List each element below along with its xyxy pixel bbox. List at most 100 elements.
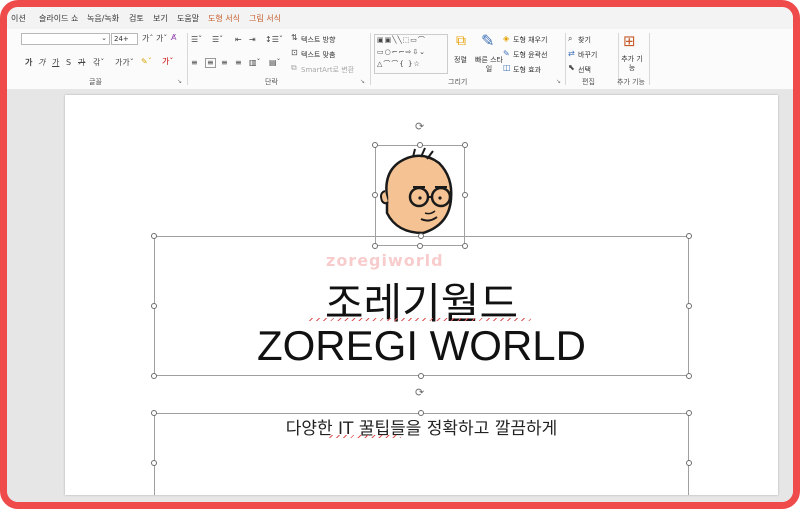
slide[interactable]: ⟳ zoregiworld 조레기월드 ZOREGI WORLD ⟳ 다양한 I… [65, 95, 778, 495]
slide-title-english[interactable]: ZOREGI WORLD [155, 322, 688, 370]
addins-button[interactable]: 추가 기능 [621, 55, 643, 73]
tab-view[interactable]: 보기 [153, 13, 168, 24]
shapes-gallery[interactable]: ▣▣╲╲⬚▭⌒ ▭○⌐⌐⇨⇩⌄ △⌒⌒{ }☆ [374, 34, 448, 74]
align-left-icon[interactable]: ≡ [191, 59, 198, 67]
align-text-icon: ⊡ [291, 48, 298, 57]
change-case-icon[interactable]: 가가ˇ [115, 59, 134, 67]
rotate-handle-icon[interactable]: ⟳ [415, 121, 424, 132]
tab-help[interactable]: 도움말 [177, 13, 199, 24]
highlight-icon[interactable]: ✎ˇ [141, 58, 152, 66]
drawing-group-label: 그리기 [448, 78, 468, 86]
distribute-icon[interactable]: ▤ˇ [269, 59, 281, 67]
resize-handle[interactable] [462, 192, 468, 198]
ribbon: ⌄ 24+ 가ˆ 가ˇ A̸ 가 가 가 S 가 갂ˇ 가가ˇ ✎ˇ 가ˇ 글꼴… [7, 29, 793, 90]
tab-review[interactable]: 검토 [129, 13, 144, 24]
font-color-icon[interactable]: 가ˇ [162, 58, 173, 66]
select-button[interactable]: 선택 [578, 65, 591, 75]
resize-handle[interactable] [686, 373, 692, 379]
font-launcher-icon[interactable]: ↘ [177, 78, 182, 85]
shapes-row-3: △⌒⌒{ }☆ [377, 60, 421, 68]
paragraph-launcher-icon[interactable]: ↘ [360, 78, 365, 85]
subtitle-placeholder[interactable]: 다양한 IT 꿀팁들을 정확하고 깔끔하게 [154, 413, 689, 495]
resize-handle[interactable] [151, 410, 157, 416]
title-placeholder[interactable]: 조레기월드 ZOREGI WORLD [154, 236, 689, 376]
clear-format-icon[interactable]: A̸ [171, 34, 176, 42]
columns-icon[interactable]: ▥ˇ [249, 59, 261, 67]
resize-handle[interactable] [418, 373, 424, 379]
shape-effects-icon: ◫ [503, 63, 511, 72]
char-spacing-icon[interactable]: 갂ˇ [93, 59, 104, 67]
resize-handle[interactable] [418, 410, 424, 416]
chevron-down-icon: ⌄ [101, 34, 107, 42]
italic-icon[interactable]: 가 [38, 59, 45, 67]
ribbon-tab-bar: 이션 슬라이드 쇼 녹음/녹화 검토 보기 도움말 도형 서식 그림 서식 [7, 7, 793, 29]
arrange-button[interactable]: 정렬 [454, 55, 467, 65]
arrange-icon: ⧉ [456, 33, 466, 49]
align-center-icon[interactable]: ≡ [205, 58, 216, 68]
spellcheck-underline [329, 435, 401, 438]
font-name-dropdown[interactable]: ⌄ [21, 33, 110, 45]
align-right-icon[interactable]: ≡ [221, 59, 228, 67]
resize-handle[interactable] [372, 142, 378, 148]
drawing-launcher-icon[interactable]: ↘ [556, 78, 561, 85]
tab-animation[interactable]: 이션 [11, 13, 26, 24]
group-separator [649, 33, 650, 85]
resize-handle[interactable] [686, 410, 692, 416]
shadow-icon[interactable]: S [66, 59, 71, 67]
group-separator [565, 33, 566, 85]
resize-handle[interactable] [418, 233, 424, 239]
tab-picture-format[interactable]: 그림 서식 [249, 13, 281, 24]
tab-slideshow[interactable]: 슬라이드 쇼 [39, 13, 78, 24]
shape-fill-icon: ◈ [503, 34, 510, 43]
shape-outline-button[interactable]: 도형 윤곽선 [513, 50, 547, 60]
shape-outline-icon: ✎ [503, 49, 510, 58]
smartart-button[interactable]: SmartArt로 변환 [301, 65, 354, 75]
slide-editing-area: ⟳ zoregiworld 조레기월드 ZOREGI WORLD ⟳ 다양한 I… [7, 89, 793, 502]
resize-handle[interactable] [417, 142, 423, 148]
font-size-dropdown[interactable]: 24+ [111, 33, 138, 45]
font-group-label: 글꼴 [89, 78, 102, 86]
numbering-icon[interactable]: ☰ˇ [212, 36, 223, 44]
bullets-icon[interactable]: ☰ˇ [191, 36, 202, 44]
picture-selection-box [375, 145, 465, 246]
resize-handle[interactable] [686, 460, 692, 466]
addins-icon: ⊞ [623, 32, 636, 50]
group-separator [370, 33, 371, 85]
resize-handle[interactable] [151, 303, 157, 309]
bold-icon[interactable]: 가 [25, 59, 32, 67]
resize-handle[interactable] [151, 373, 157, 379]
increase-indent-icon[interactable]: ⇥ [249, 36, 256, 44]
quick-styles-button[interactable]: 빠른 스타일 [475, 56, 503, 74]
replace-icon: ⇄ [568, 49, 575, 58]
smartart-icon: ⧉ [291, 63, 297, 72]
tab-shape-format[interactable]: 도형 서식 [208, 13, 240, 24]
tab-recording[interactable]: 녹음/녹화 [87, 13, 119, 24]
search-icon: ⌕ [568, 34, 573, 43]
app-window-frame: 이션 슬라이드 쇼 녹음/녹화 검토 보기 도움말 도형 서식 그림 서식 ⌄ … [0, 0, 800, 509]
line-spacing-icon[interactable]: ↕☰ˇ [265, 36, 283, 44]
decrease-font-icon[interactable]: 가ˇ [156, 35, 167, 43]
decrease-indent-icon[interactable]: ⇤ [235, 36, 242, 44]
resize-handle[interactable] [462, 142, 468, 148]
rotate-handle-icon[interactable]: ⟳ [415, 387, 424, 398]
addins-group-label: 추가 기능 [617, 78, 645, 86]
shape-fill-button[interactable]: 도형 채우기 [513, 35, 547, 45]
strikethrough-icon[interactable]: 가 [78, 59, 85, 67]
shape-effects-button[interactable]: 도형 효과 [513, 65, 541, 75]
replace-button[interactable]: 바꾸기 [578, 50, 597, 60]
justify-icon[interactable]: ≡ [235, 59, 242, 67]
resize-handle[interactable] [686, 303, 692, 309]
find-button[interactable]: 찾기 [578, 35, 591, 45]
font-size-value: 24+ [114, 35, 129, 43]
resize-handle[interactable] [686, 233, 692, 239]
resize-handle[interactable] [151, 460, 157, 466]
resize-handle[interactable] [372, 192, 378, 198]
slide-subtitle[interactable]: 다양한 IT 꿀팁들을 정확하고 깔끔하게 [155, 414, 688, 439]
underline-icon[interactable]: 가 [52, 59, 59, 67]
editing-group-label: 편집 [582, 78, 595, 86]
spellcheck-underline [309, 318, 531, 321]
align-text-button[interactable]: 텍스트 맞춤 [301, 50, 335, 60]
text-direction-button[interactable]: 텍스트 방향 [301, 35, 335, 45]
resize-handle[interactable] [151, 233, 157, 239]
increase-font-icon[interactable]: 가ˆ [142, 35, 153, 43]
